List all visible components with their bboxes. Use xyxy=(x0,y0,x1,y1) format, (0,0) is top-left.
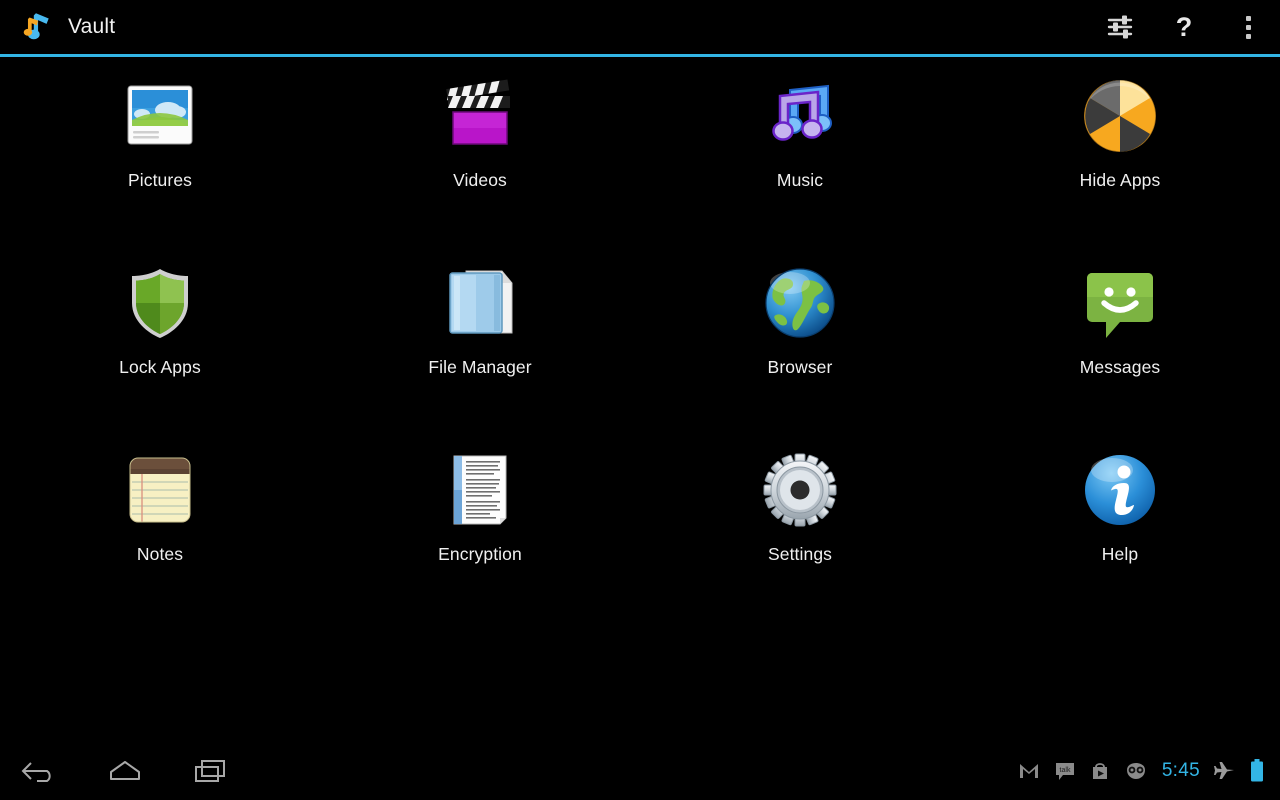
home-button[interactable] xyxy=(102,750,148,792)
app-tile-lock-apps[interactable]: Lock Apps xyxy=(0,244,320,431)
lock-apps-shield-icon xyxy=(120,263,200,343)
app-grid: Pictures Videos Music Hide Apps Lock App… xyxy=(0,57,1280,737)
battery-icon xyxy=(1250,759,1264,783)
nav-buttons xyxy=(0,750,234,792)
app-label: Videos xyxy=(453,170,507,190)
talk-icon: talk xyxy=(1054,761,1076,781)
app-label: File Manager xyxy=(428,357,532,377)
app-tile-settings[interactable]: Settings xyxy=(640,431,960,618)
overflow-menu-icon[interactable] xyxy=(1216,0,1280,54)
browser-globe-icon xyxy=(760,263,840,343)
status-clock: 5:45 xyxy=(1161,760,1200,781)
app-label: Browser xyxy=(767,357,833,377)
back-button[interactable] xyxy=(16,750,62,792)
airplane-mode-icon xyxy=(1214,761,1236,781)
app-label: Settings xyxy=(767,544,833,564)
app-tile-file-manager[interactable]: File Manager xyxy=(320,244,640,431)
messages-bubble-icon xyxy=(1080,263,1160,343)
notes-pad-icon xyxy=(120,450,200,530)
app-label: Encryption xyxy=(438,544,522,564)
help-question-icon[interactable]: ? xyxy=(1152,0,1216,54)
app-label: Notes xyxy=(136,544,184,564)
app-tile-messages[interactable]: Messages xyxy=(960,244,1280,431)
status-tray[interactable]: talk 5:45 xyxy=(1018,759,1280,783)
app-tile-music[interactable]: Music xyxy=(640,57,960,244)
app-label: Music xyxy=(776,170,824,190)
app-tile-notes[interactable]: Notes xyxy=(0,431,320,618)
overflow-dot xyxy=(1245,15,1251,21)
app-label: Hide Apps xyxy=(1079,170,1161,190)
music-notes-icon xyxy=(760,76,840,156)
app-label: Messages xyxy=(1079,357,1161,377)
svg-text:talk: talk xyxy=(1059,767,1070,774)
app-tile-pictures[interactable]: Pictures xyxy=(0,57,320,244)
app-tile-videos[interactable]: Videos xyxy=(320,57,640,244)
app-tile-hide-apps[interactable]: Hide Apps xyxy=(960,57,1280,244)
app-title: Vault xyxy=(68,15,116,38)
recent-apps-button[interactable] xyxy=(188,750,234,792)
app-label: Lock Apps xyxy=(119,357,201,377)
hide-apps-burn-icon xyxy=(1080,76,1160,156)
music-note-logo-icon xyxy=(23,13,49,40)
play-store-icon xyxy=(1090,761,1110,781)
videos-clapperboard-icon xyxy=(440,76,520,156)
app-label: Help xyxy=(1101,544,1139,564)
help-info-icon xyxy=(1080,450,1160,530)
overflow-dot xyxy=(1245,33,1251,39)
system-navigation-bar: talk 5:45 xyxy=(0,742,1280,800)
app-label: Pictures xyxy=(127,170,192,190)
sliders-settings-icon[interactable] xyxy=(1088,0,1152,54)
app-tile-browser[interactable]: Browser xyxy=(640,244,960,431)
file-manager-folder-icon xyxy=(440,263,520,343)
settings-gear-icon xyxy=(760,450,840,530)
gmail-icon xyxy=(1018,762,1040,780)
app-tile-help[interactable]: Help xyxy=(960,431,1280,618)
app-tile-encryption[interactable]: Encryption xyxy=(320,431,640,618)
encryption-document-icon xyxy=(440,450,520,530)
help-question-glyph: ? xyxy=(1175,11,1193,42)
action-bar: Vault ? xyxy=(0,0,1280,54)
cyanogenmod-icon xyxy=(1124,762,1148,780)
android-tablet-screen: Vault ? Pictures Videos Music Hide Apps … xyxy=(0,0,1280,800)
pictures-icon xyxy=(120,76,200,156)
overflow-dot xyxy=(1245,24,1251,30)
